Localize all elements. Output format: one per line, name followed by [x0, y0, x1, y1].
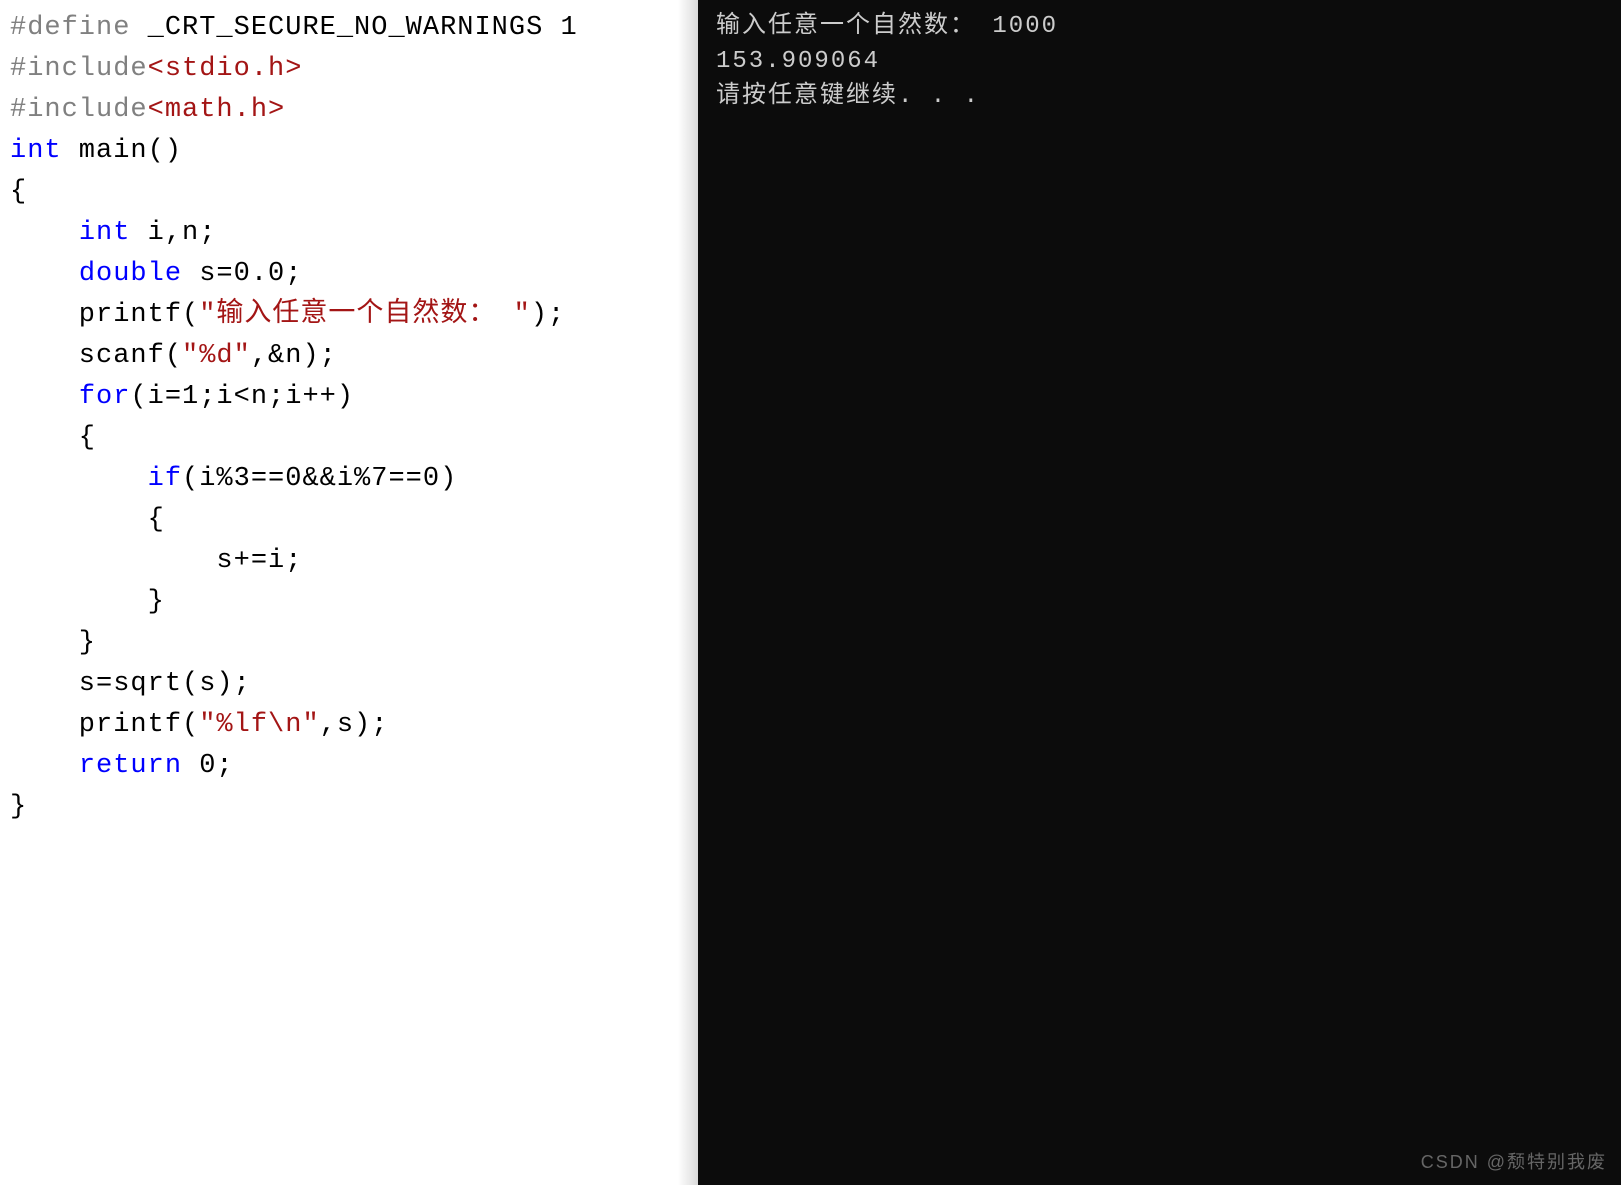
code-line: int i,n; [10, 213, 688, 254]
console-output-panel[interactable]: 输入任意一个自然数： 1000 153.909064 请按任意键继续. . . … [698, 0, 1621, 1185]
code-line: double s=0.0; [10, 254, 688, 295]
code-editor-panel[interactable]: #define _CRT_SECURE_NO_WARNINGS 1 #inclu… [0, 0, 698, 1185]
code-line: { [10, 500, 688, 541]
keyword-token: int [10, 136, 62, 166]
keyword-token: return [79, 751, 182, 781]
code-token: printf( [10, 300, 199, 330]
console-line: 输入任意一个自然数： 1000 [716, 10, 1603, 45]
code-line: return 0; [10, 746, 688, 787]
code-token: i,n; [130, 218, 216, 248]
code-token: printf( [10, 710, 199, 740]
code-token [10, 382, 79, 412]
string-token: "%d" [182, 341, 251, 371]
code-token: main() [62, 136, 182, 166]
preproc-token: #define [10, 13, 130, 43]
code-line: #define _CRT_SECURE_NO_WARNINGS 1 [10, 8, 688, 49]
watermark-text: CSDN @颓特别我废 [1421, 1149, 1607, 1175]
string-token: "%lf\n" [199, 710, 319, 740]
code-token [10, 464, 148, 494]
code-token [10, 218, 79, 248]
preproc-token: #include [10, 54, 148, 84]
code-token: (i%3==0&&i%7==0) [182, 464, 457, 494]
keyword-token: double [79, 259, 182, 289]
code-token [10, 751, 79, 781]
code-line: for(i=1;i<n;i++) [10, 377, 688, 418]
code-line: { [10, 418, 688, 459]
code-line: s+=i; [10, 541, 688, 582]
code-token: ,&n); [251, 341, 337, 371]
code-token: _CRT_SECURE_NO_WARNINGS 1 [130, 13, 577, 43]
code-line: } [10, 787, 688, 828]
code-line: #include<stdio.h> [10, 49, 688, 90]
include-token: <math.h> [148, 95, 286, 125]
code-token: ); [531, 300, 565, 330]
keyword-token: if [148, 464, 182, 494]
code-token: scanf( [10, 341, 182, 371]
code-token: (i=1;i<n;i++) [130, 382, 354, 412]
preproc-token: #include [10, 95, 148, 125]
code-token [10, 259, 79, 289]
code-line: scanf("%d",&n); [10, 336, 688, 377]
code-line: s=sqrt(s); [10, 664, 688, 705]
code-line: } [10, 623, 688, 664]
code-line: printf("%lf\n",s); [10, 705, 688, 746]
console-line: 请按任意键继续. . . [716, 80, 1603, 115]
keyword-token: for [79, 382, 131, 412]
include-token: <stdio.h> [148, 54, 303, 84]
code-line: { [10, 172, 688, 213]
code-line: if(i%3==0&&i%7==0) [10, 459, 688, 500]
code-line: } [10, 582, 688, 623]
keyword-token: int [79, 218, 131, 248]
code-line: #include<math.h> [10, 90, 688, 131]
code-line: int main() [10, 131, 688, 172]
code-line: printf("输入任意一个自然数： "); [10, 295, 688, 336]
code-token: s=0.0; [182, 259, 302, 289]
string-token: "输入任意一个自然数： " [199, 300, 531, 330]
code-token: 0; [182, 751, 234, 781]
console-line: 153.909064 [716, 45, 1603, 80]
code-token: ,s); [320, 710, 389, 740]
